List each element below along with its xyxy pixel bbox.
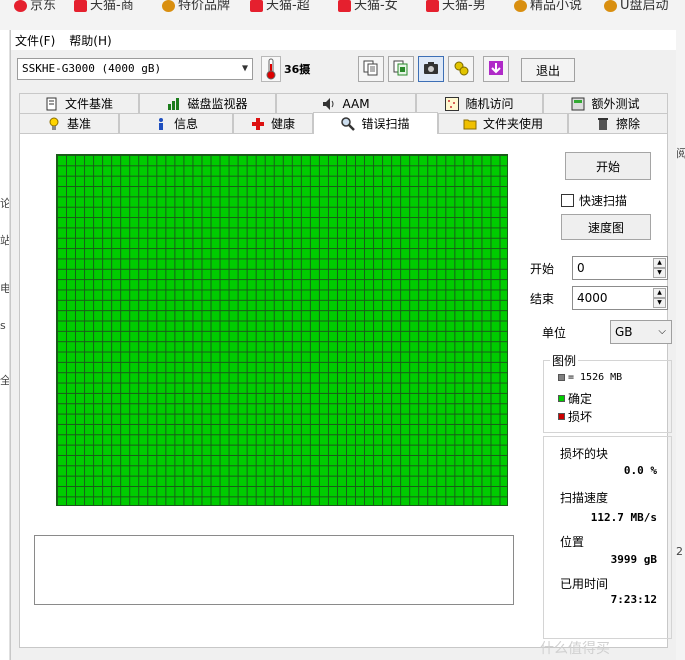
speed-map-button[interactable]: 速度图	[561, 214, 651, 240]
book-icon	[514, 0, 527, 12]
tab-error-scan[interactable]: 错误扫描	[313, 112, 438, 134]
tag-icon	[162, 0, 175, 12]
copy-all-button[interactable]	[388, 56, 414, 82]
start-label: 开始	[530, 262, 555, 276]
toolbar: SSKHE-G3000 (4000 gB) ▼ 36摄 退出	[11, 52, 676, 88]
tmall-icon	[74, 0, 87, 12]
legend-block-size: = 1526 MB	[558, 372, 622, 383]
chevron-down-icon: ⌵	[658, 326, 666, 337]
end-label: 结束	[530, 292, 555, 306]
tmall-icon	[338, 0, 351, 12]
tab-info[interactable]: 信息	[119, 113, 233, 133]
camera-icon	[423, 61, 439, 78]
trash-icon	[596, 117, 610, 131]
background-page-right: 阅 2	[676, 30, 685, 660]
position-value: 3999 gB	[610, 553, 657, 566]
scatter-icon	[445, 96, 460, 111]
bookmark-discount[interactable]: 特价品牌	[162, 0, 230, 14]
exit-button[interactable]: 退出	[521, 58, 575, 82]
bar-chart-icon	[167, 97, 181, 111]
scan-stats-box: 损坏的块 0.0 % 扫描速度 112.7 MB/s 位置 3999 gB 已用…	[543, 436, 672, 639]
thermometer-icon	[261, 56, 281, 82]
folder-icon	[463, 117, 477, 131]
tab-extra-tests[interactable]: 额外测试	[543, 93, 668, 113]
screenshot-button[interactable]	[418, 56, 444, 82]
browser-bookmarks-bar: 京东 天猫-商 特价品牌 天猫-超 天猫-女 天猫-男 精品小说 U盘启动	[0, 0, 685, 30]
drive-select[interactable]: SSKHE-G3000 (4000 gB) ▼	[17, 58, 253, 80]
menu-file[interactable]: 文件(F)	[15, 32, 55, 49]
calculator-icon	[571, 97, 585, 111]
options-button[interactable]	[448, 56, 474, 82]
red-swatch	[558, 413, 565, 420]
tab-file-benchmark[interactable]: 文件基准	[19, 93, 139, 113]
bookmark-jd[interactable]: 京东	[14, 0, 56, 14]
tab-folder-usage[interactable]: 文件夹使用	[438, 113, 568, 133]
unit-select[interactable]: GB ⌵	[610, 320, 672, 344]
copy-text-button[interactable]	[358, 56, 384, 82]
tmall-icon	[250, 0, 263, 12]
speaker-icon	[322, 97, 336, 111]
download-arrow-icon	[488, 60, 504, 79]
scan-speed-value: 112.7 MB/s	[590, 511, 657, 524]
chevron-down-icon: ▼	[241, 63, 248, 74]
bookmark-usb[interactable]: U盘启动	[604, 0, 669, 14]
legend-box: 图例 = 1526 MB 确定 损坏	[543, 352, 672, 433]
spin-up-icon[interactable]: ▲	[653, 288, 666, 298]
scan-log-box	[34, 535, 514, 605]
red-cross-icon	[251, 117, 265, 131]
scan-block-grid	[56, 154, 508, 506]
legend-title: 图例	[550, 352, 579, 369]
legend-ok: 确定	[558, 390, 592, 407]
tab-bar: 文件基准 磁盘监视器 AAM 随机访问 额外测试 基准 信息 健康 错误扫描 文…	[11, 93, 677, 135]
copy-icon	[363, 60, 379, 79]
usb-icon	[604, 0, 617, 12]
legend-damaged: 损坏	[558, 408, 592, 425]
green-swatch	[558, 395, 565, 402]
menu-bar: 文件(F) 帮助(H)	[11, 30, 676, 50]
checkbox-box[interactable]	[561, 194, 574, 207]
info-icon	[154, 117, 168, 131]
tmall-icon	[426, 0, 439, 12]
tab-erase[interactable]: 擦除	[568, 113, 668, 133]
tab-disk-monitor[interactable]: 磁盘监视器	[139, 93, 276, 113]
spin-down-icon[interactable]: ▼	[653, 268, 666, 278]
tab-aam[interactable]: AAM	[276, 93, 416, 113]
spin-up-icon[interactable]: ▲	[653, 258, 666, 268]
tab-benchmark[interactable]: 基准	[19, 113, 119, 133]
error-scan-panel: 开始 快速扫描 速度图 开始 0 ▲ ▼ 结束 4000 ▲ ▼ 单位 GB ⌵…	[19, 133, 672, 648]
spin-down-icon[interactable]: ▼	[653, 298, 666, 308]
scan-speed-label: 扫描速度	[560, 491, 609, 505]
bookmark-tmall-chao[interactable]: 天猫-超	[250, 0, 310, 14]
hdtune-window: 文件(F) 帮助(H) SSKHE-G3000 (4000 gB) ▼ 36摄 …	[10, 30, 676, 660]
magnifier-icon	[341, 116, 356, 131]
settings-icon	[453, 60, 469, 79]
position-label: 位置	[560, 535, 585, 549]
bookmark-tmall-nan[interactable]: 天猫-男	[426, 0, 486, 14]
copy-all-icon	[393, 60, 409, 79]
temperature-readout: 36摄	[284, 63, 311, 76]
quick-scan-checkbox[interactable]: 快速扫描	[561, 192, 627, 209]
watermark-text: 什么值得买	[540, 641, 610, 657]
elapsed-label: 已用时间	[560, 577, 609, 591]
bookmark-tmall-shang[interactable]: 天猫-商	[74, 0, 134, 14]
save-button[interactable]	[483, 56, 509, 82]
grey-swatch	[558, 374, 565, 381]
start-value-spinner[interactable]: 0 ▲ ▼	[572, 256, 668, 280]
unit-label: 单位	[542, 326, 567, 340]
file-benchmark-icon	[45, 97, 59, 111]
jd-icon	[14, 0, 27, 12]
elapsed-value: 7:23:12	[610, 593, 657, 606]
lightbulb-icon	[47, 117, 61, 131]
tab-health[interactable]: 健康	[233, 113, 313, 133]
start-scan-button[interactable]: 开始	[565, 152, 651, 180]
end-value-spinner[interactable]: 4000 ▲ ▼	[572, 286, 668, 310]
tab-random-access[interactable]: 随机访问	[416, 93, 543, 113]
bookmark-novel[interactable]: 精品小说	[514, 0, 582, 14]
bookmark-tmall-nv[interactable]: 天猫-女	[338, 0, 398, 14]
background-page-left: 论 站 电 s 全	[0, 30, 10, 660]
menu-help[interactable]: 帮助(H)	[69, 32, 111, 49]
damaged-blocks-value: 0.0 %	[623, 464, 657, 477]
damaged-blocks-label: 损坏的块	[560, 447, 609, 461]
